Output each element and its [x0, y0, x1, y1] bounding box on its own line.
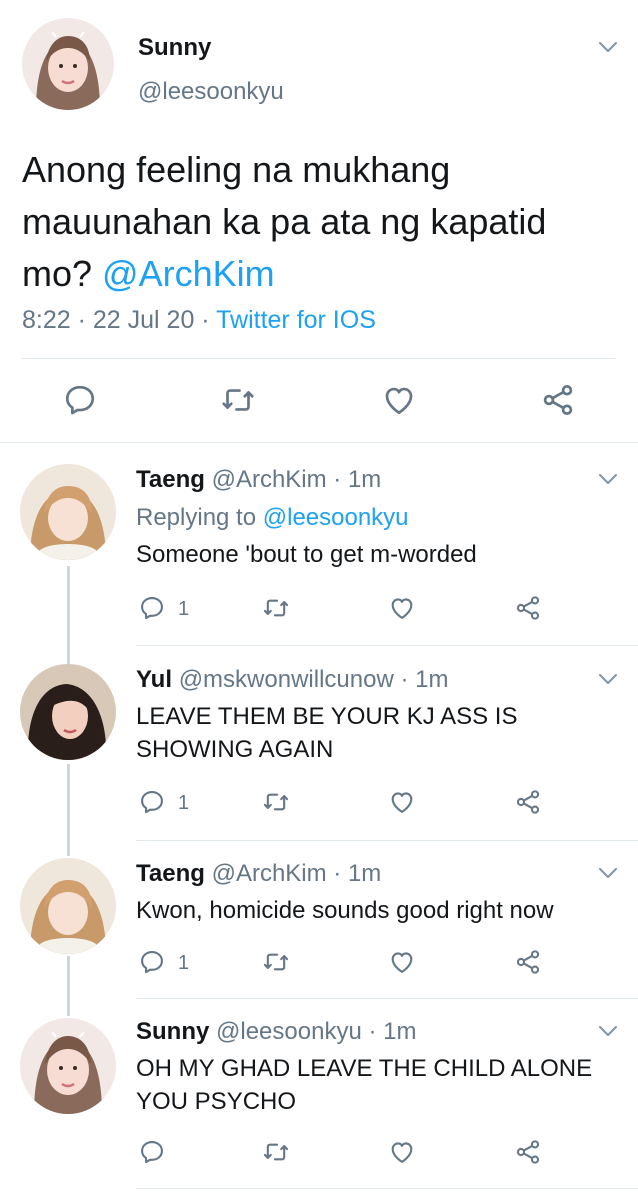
- replying-to: Replying to @leesoonkyu: [136, 504, 409, 532]
- replying-to-label: Replying to: [136, 504, 263, 531]
- meta-separator: ·: [361, 1018, 384, 1045]
- share-icon[interactable]: [514, 788, 542, 816]
- display-name[interactable]: Yul: [136, 666, 172, 693]
- retweet-icon[interactable]: [262, 594, 290, 622]
- display-name[interactable]: Taeng: [136, 860, 205, 887]
- meta-separator: ·: [393, 666, 416, 693]
- share-icon[interactable]: [514, 948, 542, 976]
- meta-separator: ·: [194, 306, 217, 334]
- user-handle[interactable]: @mskwonwillcunow: [179, 666, 394, 693]
- reply-count: 1: [178, 792, 190, 814]
- reply-text-line: YOU PSYCHO: [136, 1088, 297, 1115]
- chevron-down-icon[interactable]: [598, 472, 618, 484]
- reply-text: LEAVE THEM BE YOUR KJ ASS IS SHOWING AGA…: [136, 700, 616, 766]
- mention-link[interactable]: @ArchKim: [102, 253, 275, 294]
- reply-header: Taeng @ArchKim · 1m: [136, 860, 381, 888]
- reply-icon[interactable]: [62, 382, 98, 418]
- reply-icon[interactable]: [138, 788, 166, 816]
- thread-line: [67, 956, 70, 1016]
- chevron-down-icon[interactable]: [598, 866, 618, 878]
- retweet-icon[interactable]: [262, 1138, 290, 1166]
- reply-text-line: OH MY GHAD LEAVE THE CHILD ALONE: [136, 1055, 593, 1082]
- reply-icon[interactable]: [138, 594, 166, 622]
- avatar[interactable]: [20, 1018, 116, 1114]
- divider: [136, 998, 638, 999]
- user-handle[interactable]: @leesoonkyu: [216, 1018, 362, 1045]
- tweet-source-link[interactable]: Twitter for IOS: [216, 306, 376, 334]
- share-icon[interactable]: [514, 1138, 542, 1166]
- reply-header: Sunny @leesoonkyu · 1m: [136, 1018, 416, 1046]
- chevron-down-icon[interactable]: [598, 672, 618, 684]
- retweet-icon[interactable]: [262, 788, 290, 816]
- reply-count: 1: [178, 598, 190, 620]
- reply-icon[interactable]: [138, 1138, 166, 1166]
- reply-time: 1m: [347, 860, 382, 887]
- reply-time: 1m: [415, 666, 449, 693]
- reply-text-line: SHOWING AGAIN: [136, 736, 334, 763]
- user-handle[interactable]: @leesoonkyu: [138, 78, 284, 106]
- user-handle[interactable]: @ArchKim: [212, 466, 327, 493]
- like-icon[interactable]: [388, 1138, 416, 1166]
- user-handle[interactable]: @ArchKim: [212, 860, 327, 887]
- tweet-time: 8:22: [22, 306, 71, 334]
- avatar[interactable]: [20, 664, 116, 760]
- reply-header: Taeng @ArchKim · 1m: [136, 466, 381, 494]
- tweet-date: 22 Jul 20: [92, 306, 195, 334]
- divider: [0, 442, 638, 443]
- thread-line: [67, 566, 70, 666]
- meta-separator: ·: [70, 306, 93, 334]
- reply-icon[interactable]: [138, 948, 166, 976]
- display-name[interactable]: Sunny: [138, 34, 211, 62]
- like-icon[interactable]: [381, 382, 417, 418]
- tweet-text: Anong feeling na mukhang mauunahan ka pa…: [22, 144, 622, 300]
- reply-time: 1m: [347, 466, 382, 493]
- reply-time: 1m: [383, 1018, 417, 1045]
- reply-text-line: LEAVE THEM BE YOUR KJ ASS IS: [136, 703, 518, 730]
- retweet-icon[interactable]: [262, 948, 290, 976]
- avatar[interactable]: [20, 464, 116, 560]
- reply-text: Kwon, homicide sounds good right now: [136, 897, 554, 924]
- display-name[interactable]: Taeng: [136, 466, 205, 493]
- like-icon[interactable]: [388, 948, 416, 976]
- avatar[interactable]: [20, 858, 116, 954]
- meta-separator: ·: [326, 860, 348, 887]
- share-icon[interactable]: [540, 382, 576, 418]
- thread-line: [67, 764, 70, 856]
- tweet-meta: 8:22 · 22 Jul 20 · Twitter for IOS: [22, 306, 376, 335]
- reply-text: Someone 'bout to get m-worded: [136, 541, 477, 568]
- divider: [136, 840, 638, 841]
- chevron-down-icon[interactable]: [598, 1024, 618, 1036]
- like-icon[interactable]: [388, 594, 416, 622]
- display-name[interactable]: Sunny: [136, 1018, 209, 1045]
- divider: [136, 1188, 638, 1189]
- like-icon[interactable]: [388, 788, 416, 816]
- retweet-icon[interactable]: [220, 382, 256, 418]
- mention-link[interactable]: @leesoonkyu: [263, 504, 409, 531]
- tweet-body: Anong feeling na mukhang mauunahan ka pa…: [22, 149, 547, 294]
- reply-header: Yul @mskwonwillcunow · 1m: [136, 666, 448, 694]
- reply-text: OH MY GHAD LEAVE THE CHILD ALONE YOU PSY…: [136, 1052, 616, 1118]
- divider: [22, 358, 616, 359]
- divider: [136, 645, 638, 646]
- share-icon[interactable]: [514, 594, 542, 622]
- reply-count: 1: [178, 952, 190, 974]
- meta-separator: ·: [326, 466, 348, 493]
- chevron-down-icon[interactable]: [598, 40, 618, 52]
- avatar[interactable]: [22, 18, 114, 110]
